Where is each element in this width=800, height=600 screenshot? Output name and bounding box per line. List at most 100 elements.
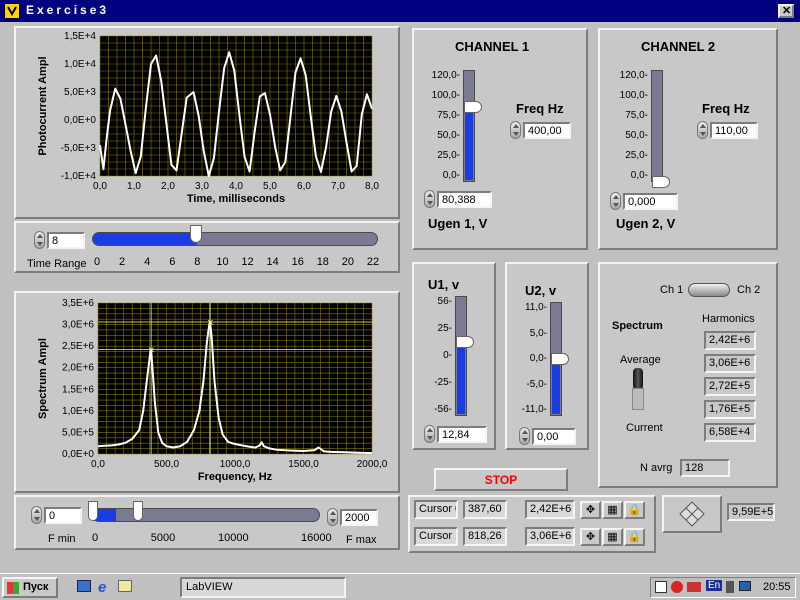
harmonic-value: 3,06E+6 bbox=[704, 354, 756, 373]
y-tick-label: -5,0E+3 bbox=[61, 143, 97, 154]
x-tick-label: 0,0 bbox=[91, 459, 105, 470]
fmin-spinner[interactable] bbox=[31, 506, 42, 524]
time-range-spinner[interactable] bbox=[34, 231, 45, 249]
channel-toggle[interactable] bbox=[688, 283, 730, 297]
slider-tick-label: 56- bbox=[437, 296, 452, 307]
system-tray: En 20:55 bbox=[650, 577, 796, 598]
channel1-value[interactable]: 80,388 bbox=[437, 191, 492, 208]
slider-tick-label: -25- bbox=[434, 377, 452, 388]
navrg-value[interactable]: 128 bbox=[680, 459, 730, 477]
internet-explorer-icon[interactable]: e bbox=[98, 579, 106, 596]
time-range-value[interactable]: 8 bbox=[47, 232, 85, 249]
x-tick-label: 1500,0 bbox=[288, 459, 319, 470]
channel1-voltage-label: Ugen 1, V bbox=[428, 216, 488, 231]
x-tick-label: 3,0 bbox=[195, 181, 209, 192]
time-range-slider-track[interactable] bbox=[92, 232, 378, 246]
slider-tick-label: 100,0- bbox=[431, 90, 460, 101]
time-range-slider-thumb[interactable] bbox=[190, 225, 202, 243]
slider-tick-label: 8 bbox=[194, 256, 201, 268]
cursor-style-icon[interactable]: ▦ bbox=[602, 501, 623, 519]
slider-tick-label: 75,0- bbox=[625, 110, 648, 121]
stop-button[interactable]: STOP bbox=[434, 468, 568, 491]
stop-label: STOP bbox=[484, 473, 518, 487]
channel2-value[interactable]: 0,000 bbox=[623, 193, 678, 210]
channel1-freq-spinner[interactable] bbox=[510, 121, 521, 139]
spectrum-title: Spectrum bbox=[612, 320, 663, 332]
cursor-move-pad[interactable] bbox=[662, 495, 722, 533]
average-current-switch[interactable] bbox=[630, 368, 646, 412]
close-button[interactable]: ✕ bbox=[778, 4, 794, 18]
cursor-lock-icon[interactable]: 🔒 bbox=[624, 528, 645, 546]
y-tick-label: 1,5E+4 bbox=[64, 31, 96, 42]
channel2-slider-thumb[interactable] bbox=[652, 176, 670, 188]
slider-tick-label: -5,0- bbox=[526, 378, 547, 390]
fmax-spinner[interactable] bbox=[327, 508, 338, 526]
u1-slider-track[interactable] bbox=[455, 296, 467, 416]
u1-value[interactable]: 12,84 bbox=[437, 426, 487, 443]
y-tick-label: -1,0E+4 bbox=[61, 171, 97, 182]
fmax-slider-thumb[interactable] bbox=[132, 501, 143, 521]
freq-range-slider-track[interactable] bbox=[92, 508, 320, 522]
language-indicator[interactable]: En bbox=[706, 580, 723, 591]
y-axis-label: Photocurrent Ampl bbox=[37, 56, 49, 155]
start-label: Пуск bbox=[23, 581, 49, 593]
x-tick-label: 8,0 bbox=[365, 181, 379, 192]
antivirus-icon[interactable] bbox=[671, 581, 683, 593]
channel1-slider-track[interactable] bbox=[463, 70, 475, 182]
spectrum-chart: ××3,5E+63,0E+62,5E+62,0E+61,5E+61,0E+65,… bbox=[37, 298, 388, 483]
u2-slider-fill bbox=[552, 358, 560, 414]
switch-lever bbox=[633, 368, 643, 390]
u2-label: U2, v bbox=[525, 283, 557, 298]
y-tick-label: 3,5E+6 bbox=[62, 298, 94, 309]
volume-icon[interactable] bbox=[726, 581, 734, 593]
x-tick-label: 4,0 bbox=[229, 181, 243, 192]
u1-slider-thumb[interactable] bbox=[456, 336, 474, 349]
cursor-rows: Cursor 0 387,60 2,42E+6 ✥ ▦ 🔒 Cursor 1 818,26 3,… bbox=[412, 500, 652, 550]
network-icon[interactable] bbox=[687, 582, 701, 592]
slider-tick-label: 0,0- bbox=[529, 353, 547, 364]
x-tick-label: 2000,0 bbox=[357, 459, 388, 470]
channel2-freq-value[interactable]: 110,00 bbox=[710, 122, 758, 139]
channel2-freq-spinner[interactable] bbox=[697, 121, 708, 139]
taskbar-labview-button[interactable]: LabVIEW bbox=[180, 577, 346, 598]
cursor-move-icon[interactable]: ✥ bbox=[580, 528, 601, 546]
fmin-slider-thumb[interactable] bbox=[88, 501, 98, 521]
taskbar: Пуск e LabVIEW En 20:55 bbox=[0, 573, 800, 600]
channel1-value-spinner[interactable] bbox=[424, 190, 435, 208]
u1-spinner[interactable] bbox=[424, 425, 435, 443]
y-tick-label: 3,0E+6 bbox=[62, 320, 94, 331]
u2-spinner[interactable] bbox=[519, 427, 530, 445]
y-tick-label: 0,0E+0 bbox=[62, 449, 94, 460]
cursor-lock-icon[interactable]: 🔒 bbox=[624, 501, 645, 519]
channel1-slider-thumb[interactable] bbox=[464, 100, 482, 113]
slider-tick-label: 0- bbox=[443, 350, 452, 361]
channel2-slider-track[interactable] bbox=[651, 70, 663, 182]
monitor-icon[interactable] bbox=[739, 581, 751, 591]
cursor-x-value: 387,60 bbox=[463, 500, 507, 519]
current-label: Current bbox=[626, 422, 663, 434]
fmax-value[interactable]: 2000 bbox=[340, 509, 378, 526]
channel1-freq-value[interactable]: 400,00 bbox=[523, 122, 571, 139]
channel2-slider-ticks: 120,0- 100,0- 75,0- 50,0- 25,0- 0,0- bbox=[602, 68, 648, 186]
fmin-value[interactable]: 0 bbox=[44, 507, 82, 524]
scheduler-icon[interactable] bbox=[655, 581, 667, 593]
slider-tick-label: 25- bbox=[437, 323, 452, 334]
harmonic-value: 1,76E+5 bbox=[704, 400, 756, 419]
y-tick-label: 1,5E+6 bbox=[62, 384, 94, 395]
u1-label: U1, v bbox=[428, 277, 460, 292]
cursor-style-icon[interactable]: ▦ bbox=[602, 528, 623, 546]
show-desktop-icon[interactable] bbox=[77, 580, 91, 592]
cursor-name[interactable]: Cursor 1 bbox=[414, 527, 458, 546]
u2-slider-thumb[interactable] bbox=[551, 353, 569, 365]
cursor-move-icon[interactable]: ✥ bbox=[580, 501, 601, 519]
x-tick-label: 5,0 bbox=[263, 181, 277, 192]
channel2-value-spinner[interactable] bbox=[610, 192, 621, 210]
cursor-name[interactable]: Cursor 0 bbox=[414, 500, 458, 519]
x-axis-label: Time, milliseconds bbox=[187, 193, 285, 205]
ch2-toggle-label: Ch 2 bbox=[737, 284, 761, 296]
outlook-express-icon[interactable] bbox=[118, 580, 132, 592]
start-button[interactable]: Пуск bbox=[2, 577, 58, 598]
x-axis-label: Frequency, Hz bbox=[198, 471, 273, 483]
u2-value[interactable]: 0,00 bbox=[532, 428, 576, 445]
fmax-label: F max bbox=[346, 534, 377, 546]
